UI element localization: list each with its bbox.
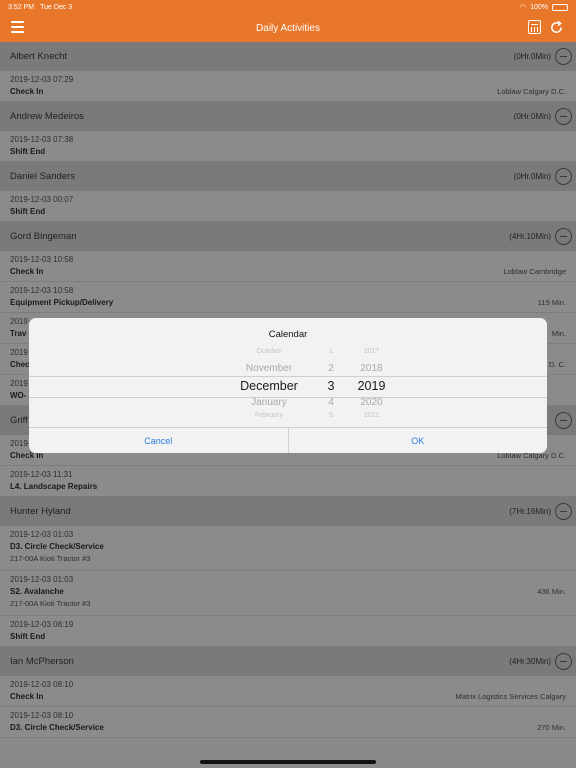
activity-time: 2019-12-03 11:31 xyxy=(10,470,73,479)
activity-detail: 436 Min. xyxy=(537,587,566,596)
battery-icon xyxy=(552,3,568,11)
activity-time: 2019-12-03 00:07 xyxy=(10,195,74,204)
nav-bar: Daily Activities xyxy=(0,14,576,42)
day-option[interactable]: 2 xyxy=(316,363,346,374)
activity-time: 2019-12-03 07:29 xyxy=(10,75,74,84)
employee-name: Albert Knecht xyxy=(10,51,68,62)
activity-detail: Matrix Logistics Services Calgary xyxy=(455,692,566,701)
activity-row[interactable]: 2019-12-03 07:29 Check In Loblaw Calgary D… xyxy=(0,71,576,102)
home-indicator xyxy=(200,760,376,764)
activity-detail: 119 Min. xyxy=(537,298,566,307)
month-option[interactable]: December xyxy=(204,379,334,393)
activity-row[interactable]: 2019-12-03 08:10 Check In Matrix Logistics… xyxy=(0,676,576,707)
collapse-icon[interactable] xyxy=(555,168,572,185)
equipment-label: 217-00A Kioti Tractor #3 xyxy=(10,599,91,608)
page-title: Daily Activities xyxy=(256,22,320,34)
battery-percent: 100% xyxy=(530,3,548,11)
activity-name: L4. Landscape Repairs xyxy=(10,482,98,491)
day-option[interactable]: 1 xyxy=(316,348,346,355)
collapse-icon[interactable] xyxy=(555,412,572,429)
activity-time: 2019-12-03 10:58 xyxy=(10,286,74,295)
dialog-title: Calendar xyxy=(268,329,308,340)
collapse-icon[interactable] xyxy=(555,653,572,670)
activity-row[interactable]: 2019-12-03 08:19 Shift End xyxy=(0,616,576,647)
activity-name: Shift End xyxy=(10,147,46,156)
duration-label: (4Hr.10Min) xyxy=(509,232,551,241)
calendar-dialog: Calendar October 1 2017 November 2 2018 Decemb… xyxy=(29,318,547,453)
duration-label: (7Hr.16Min) xyxy=(509,507,551,516)
activity-time: 2019-12-03 08:10 xyxy=(10,711,74,720)
day-option[interactable]: 5 xyxy=(316,412,346,419)
collapse-icon[interactable] xyxy=(555,228,572,245)
activity-row[interactable]: 2019-12-03 10:58 Equipment Pickup/Deliver… xyxy=(0,282,576,313)
group-header[interactable]: Gord Bingeman (4Hr.10Min) xyxy=(0,222,576,251)
status-date: Tue Dec 3 xyxy=(40,3,73,11)
month-option[interactable]: November xyxy=(204,363,334,374)
activity-name: D3. Circle Check/Service xyxy=(10,723,104,732)
activity-detail: Loblaw Calgary D.C. xyxy=(497,87,566,96)
activity-detail: Loblaw Cambridge xyxy=(503,267,566,276)
activity-name: Shift End xyxy=(10,207,46,216)
collapse-icon[interactable] xyxy=(555,48,572,65)
ok-button[interactable]: OK xyxy=(287,428,548,453)
group-header[interactable]: Albert Knecht (0Hr.0Min) xyxy=(0,42,576,71)
year-option[interactable]: 2018 xyxy=(344,363,399,374)
employee-name: Griff xyxy=(10,415,28,426)
calendar-icon[interactable] xyxy=(528,20,541,34)
activity-row[interactable]: 2019-12-03 08:10 D3. Circle Check/Service… xyxy=(0,707,576,738)
wifi-icon: ◠ xyxy=(519,4,527,11)
month-option[interactable]: October xyxy=(204,348,334,355)
activity-time: 2019-12-03 01:03 xyxy=(10,530,74,539)
employee-name: Daniel Sanders xyxy=(10,171,75,182)
activity-detail: D. C. xyxy=(548,360,566,369)
refresh-icon[interactable] xyxy=(549,20,564,35)
activity-time: 2019-12-03 01:03 xyxy=(10,575,74,584)
activity-name: Check In xyxy=(10,267,44,276)
collapse-icon[interactable] xyxy=(555,503,572,520)
activity-time: 2019-12-03 10:58 xyxy=(10,255,74,264)
employee-name: Andrew Medeiros xyxy=(10,111,84,122)
activity-name: Check In xyxy=(10,87,44,96)
day-option[interactable]: 3 xyxy=(316,379,346,393)
duration-label: (0Hr.0Min) xyxy=(513,172,551,181)
activity-time: 2019-12-03 07:38 xyxy=(10,135,74,144)
month-option[interactable]: January xyxy=(204,397,334,408)
status-bar: 3:52 PM Tue Dec 3 ◠ 100% xyxy=(0,0,576,14)
group-header[interactable]: Daniel Sanders (0Hr.0Min) xyxy=(0,162,576,191)
activity-detail: Min. xyxy=(551,329,566,338)
activity-name: D3. Circle Check/Service xyxy=(10,542,104,551)
group-header[interactable]: Andrew Medeiros (0Hr.0Min) xyxy=(0,102,576,131)
activity-row[interactable]: 2019-12-03 01:03 D3. Circle Check/Service… xyxy=(0,526,576,571)
year-option[interactable]: 2020 xyxy=(344,397,399,408)
duration-label: (0Hr.0Min) xyxy=(513,112,551,121)
activity-row[interactable]: 2019-12-03 10:58 Check In Loblaw Cambridge xyxy=(0,251,576,282)
year-option[interactable]: 2017 xyxy=(344,348,399,355)
duration-label: (4Hr.30Min) xyxy=(509,657,551,666)
activity-name: S2. Avalanche xyxy=(10,587,64,596)
group-header[interactable]: Ian McPherson (4Hr.30Min) xyxy=(0,647,576,676)
group-header[interactable]: Hunter Hyland (7Hr.16Min) xyxy=(0,497,576,526)
menu-icon[interactable] xyxy=(11,21,24,33)
activity-time: 2019-12-03 08:19 xyxy=(10,620,74,629)
activity-time: 2019-12-03 08:10 xyxy=(10,680,74,689)
employee-name: Hunter Hyland xyxy=(10,506,71,517)
activity-name: Equipment Pickup/Delivery xyxy=(10,298,114,307)
activity-name: Shift End xyxy=(10,632,46,641)
collapse-icon[interactable] xyxy=(555,108,572,125)
status-time: 3:52 PM xyxy=(8,3,35,11)
employee-name: Gord Bingeman xyxy=(10,231,77,242)
day-option[interactable]: 4 xyxy=(316,397,346,408)
cancel-button[interactable]: Cancel xyxy=(29,428,288,453)
activity-row[interactable]: 2019-12-03 11:31 L4. Landscape Repairs xyxy=(0,466,576,497)
activity-row[interactable]: 2019-12-03 01:03 S2. Avalanche 217-00A Kio… xyxy=(0,571,576,616)
equipment-label: 217-00A Kioti Tractor #3 xyxy=(10,554,91,563)
activity-row[interactable]: 2019-12-03 00:07 Shift End xyxy=(0,191,576,222)
year-option[interactable]: 2021 xyxy=(344,412,399,419)
activity-row[interactable]: 2019-12-03 07:38 Shift End xyxy=(0,131,576,162)
activity-detail: 270 Min. xyxy=(537,723,566,732)
duration-label: (0Hr.0Min) xyxy=(513,52,551,61)
month-option[interactable]: February xyxy=(204,412,334,419)
employee-name: Ian McPherson xyxy=(10,656,74,667)
year-option[interactable]: 2019 xyxy=(344,379,399,393)
